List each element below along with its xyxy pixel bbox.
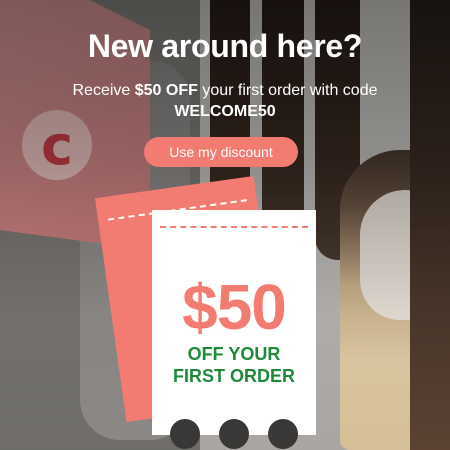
- subtext-amount: $50 OFF: [134, 82, 198, 99]
- coupon-notch: [219, 419, 249, 449]
- subtext-code: WELCOME50: [174, 103, 276, 120]
- popup-subtext: Receive $50 OFF your first order with co…: [50, 80, 400, 122]
- coupon-amount: $50: [182, 271, 287, 343]
- coupon-notch: [268, 419, 298, 449]
- subtext-part1: Receive: [72, 82, 135, 99]
- use-discount-button[interactable]: Use my discount: [144, 137, 298, 167]
- coupon-dashed-line: [160, 226, 308, 228]
- popup-headline: New around here?: [87, 28, 363, 64]
- coupon-notch: [170, 419, 200, 449]
- discount-popup: c New around here? Receive $50 OFF your …: [0, 0, 450, 450]
- coupon-line-2: FIRST ORDER: [172, 366, 295, 386]
- coupon-ticket: $50 OFF YOUR FIRST ORDER: [152, 210, 316, 449]
- subtext-part2: your first order with code: [197, 82, 378, 99]
- coupon-line-1: OFF YOUR: [187, 344, 281, 364]
